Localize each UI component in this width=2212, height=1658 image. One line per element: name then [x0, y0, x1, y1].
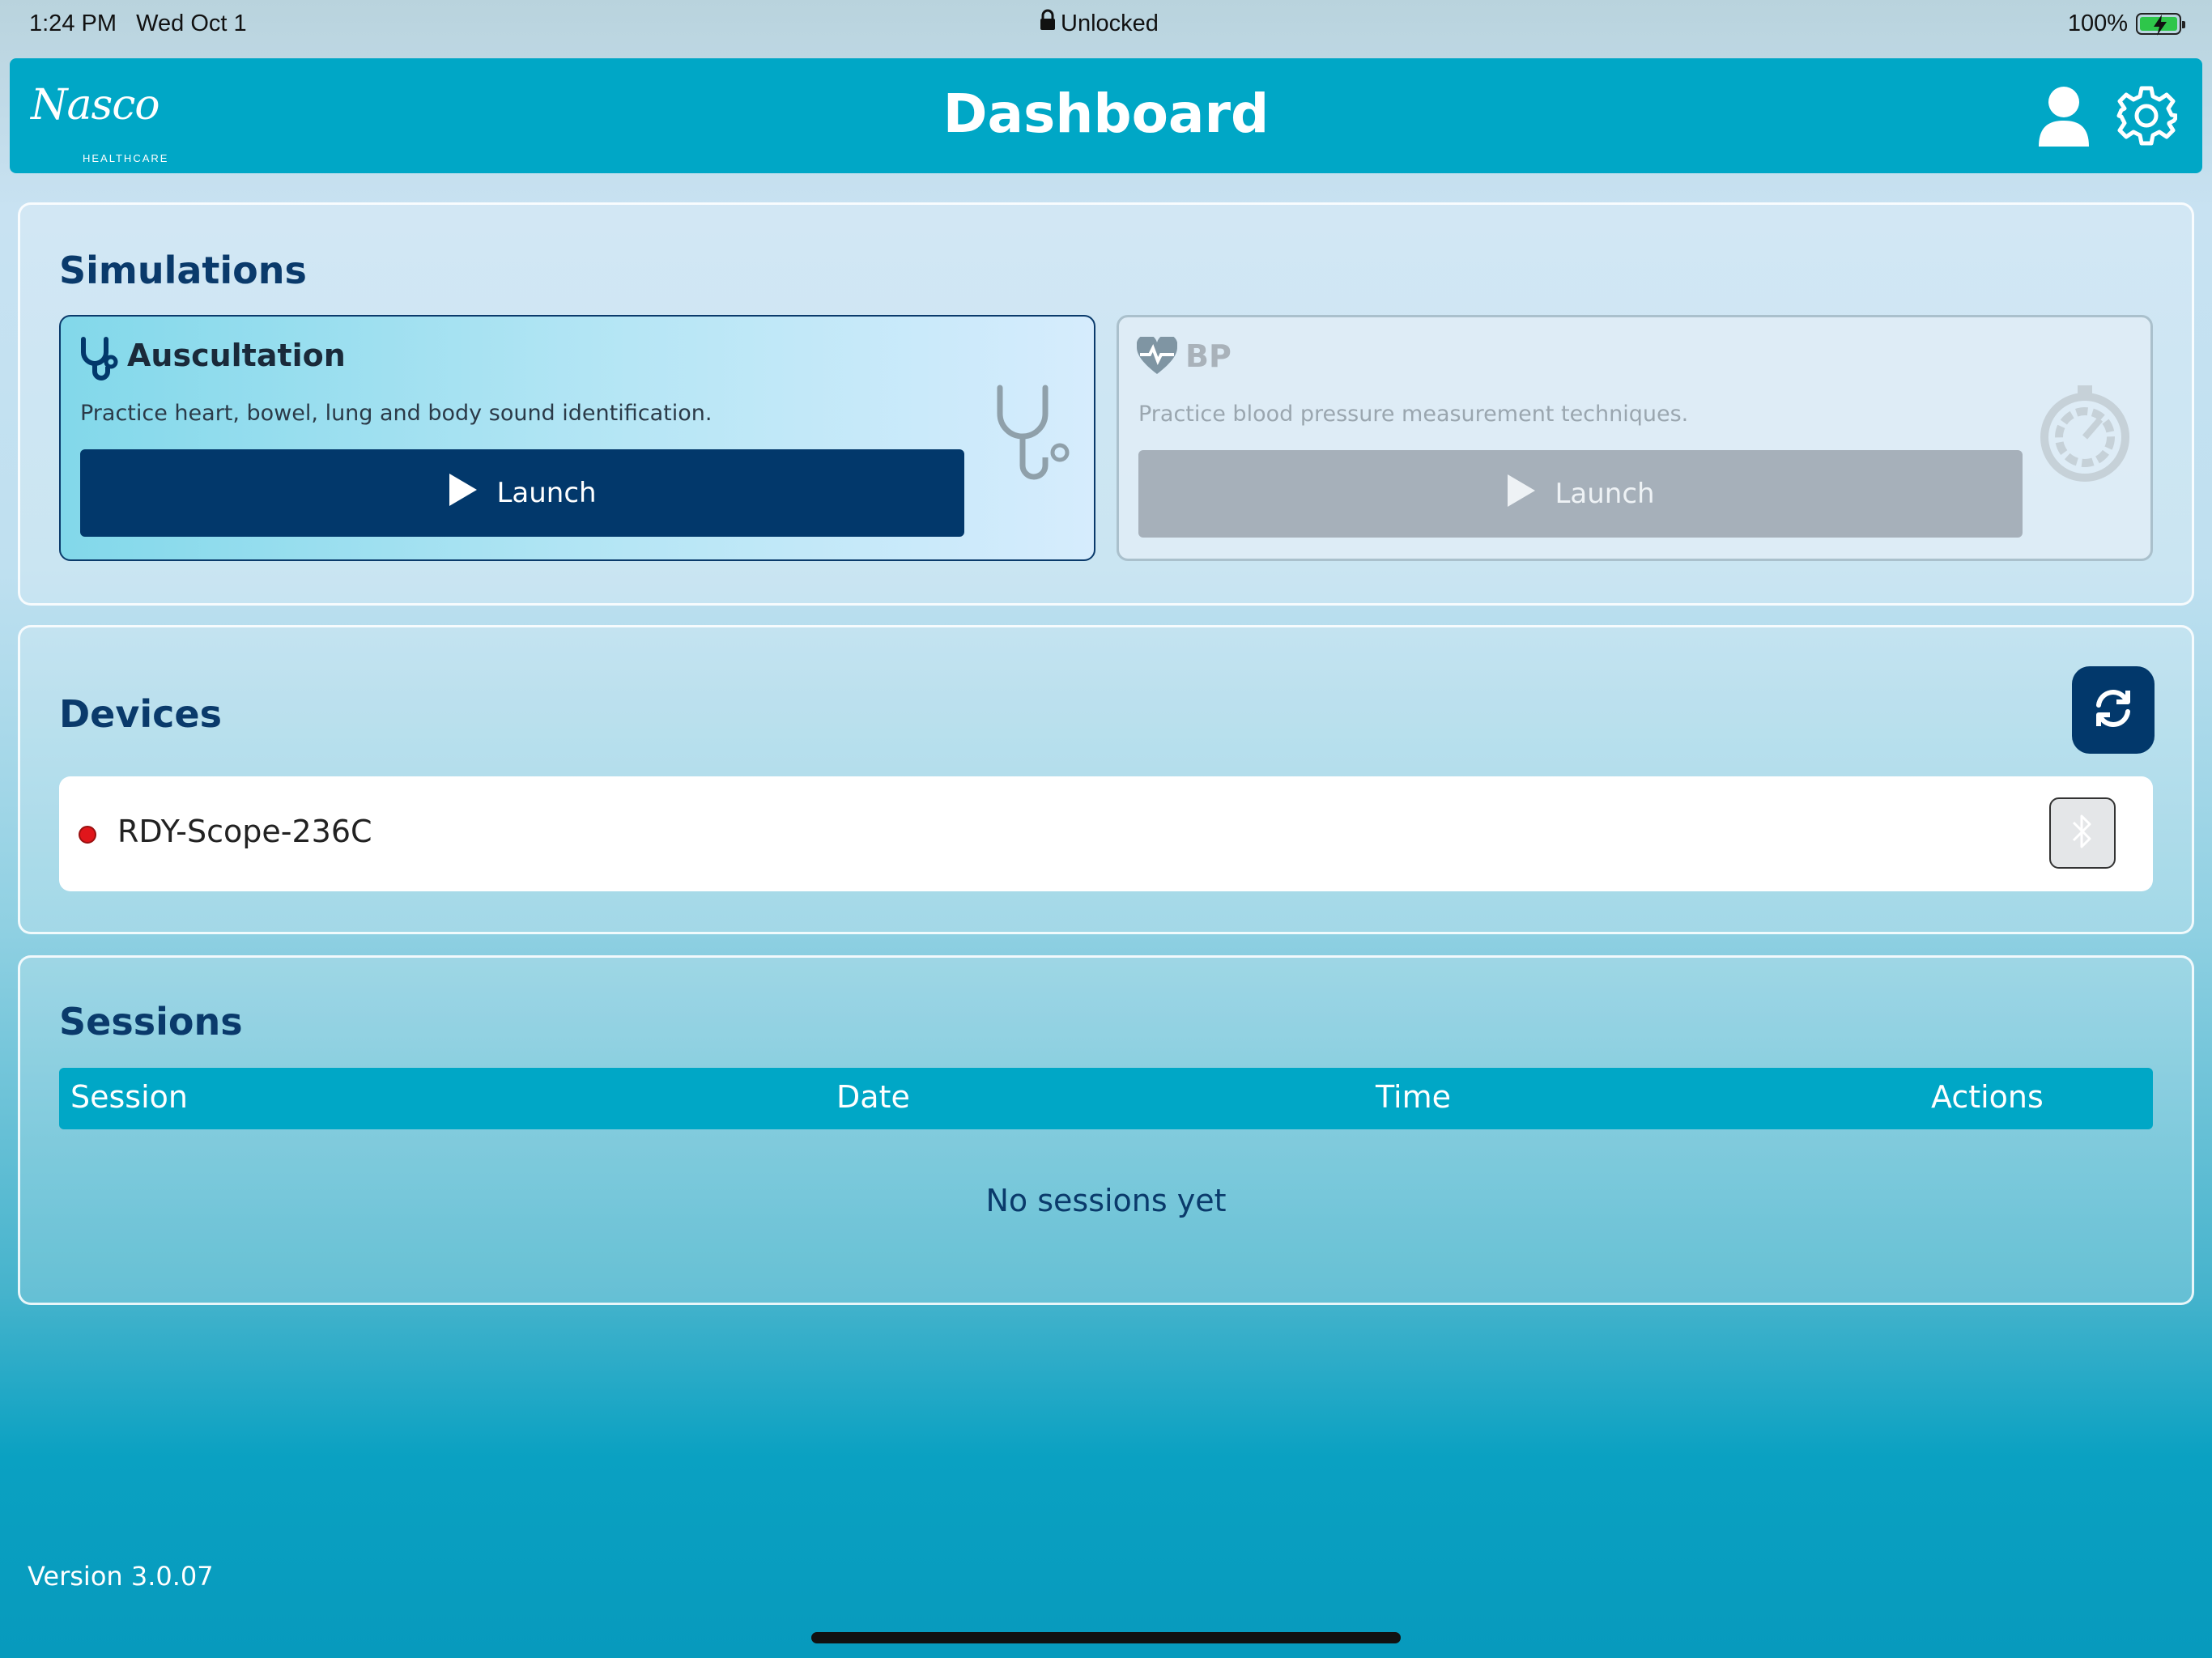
logo-sub: HEALTHCARE: [83, 152, 169, 164]
status-time-text: 1:24 PM: [29, 11, 117, 36]
home-indicator[interactable]: [811, 1632, 1401, 1643]
column-actions: Actions: [1931, 1079, 2044, 1115]
devices-title: Devices: [59, 692, 222, 736]
status-battery: 100%: [2067, 11, 2185, 37]
battery-charging-icon: [2136, 13, 2185, 36]
bp-launch-button[interactable]: Launch: [1138, 450, 2023, 538]
launch-label: Launch: [1555, 478, 1655, 510]
heart-pulse-icon: [1136, 334, 1178, 379]
bp-title: BP: [1185, 338, 1231, 374]
column-session[interactable]: Session: [70, 1079, 188, 1115]
device-row[interactable]: RDY-Scope-236C: [59, 776, 2153, 891]
lock-label: Unlocked: [1061, 10, 1159, 36]
bluetooth-connect-button[interactable]: [2049, 797, 2116, 869]
battery-percent: 100%: [2067, 11, 2128, 36]
sessions-panel: Sessions Session Date Time Actions No se…: [18, 955, 2194, 1305]
column-time[interactable]: Time: [1376, 1079, 1451, 1115]
play-icon: [448, 472, 479, 515]
gear-icon[interactable]: [2112, 81, 2181, 151]
sessions-empty-message: No sessions yet: [985, 1183, 1227, 1218]
auscultation-title: Auscultation: [127, 338, 346, 373]
version-label: Version 3.0.07: [28, 1561, 214, 1592]
gauge-decor-icon: [2040, 385, 2129, 486]
status-lock: Unlocked: [1040, 9, 1159, 38]
stethoscope-icon: [79, 336, 119, 385]
status-date-text: Wed Oct 1: [136, 11, 247, 36]
auscultation-description: Practice heart, bowel, lung and body sou…: [80, 401, 713, 426]
launch-label: Launch: [496, 477, 597, 509]
device-status-dot: [79, 826, 96, 844]
lock-icon: [1040, 9, 1056, 38]
column-date[interactable]: Date: [836, 1079, 910, 1115]
stethoscope-decor-icon: [984, 381, 1073, 490]
page-title: Dashboard: [942, 83, 1270, 145]
bp-description: Practice blood pressure measurement tech…: [1138, 402, 1689, 427]
device-name: RDY-Scope-236C: [117, 814, 372, 849]
refresh-icon: [2092, 687, 2134, 733]
play-icon: [1506, 473, 1537, 516]
auscultation-launch-button[interactable]: Launch: [80, 449, 964, 537]
status-bar: 1:24 PM Wed Oct 1 Unlocked 100%: [0, 0, 2212, 49]
bluetooth-icon: [2070, 813, 2095, 853]
status-time: 1:24 PM Wed Oct 1: [29, 11, 247, 37]
sessions-table-header: Session Date Time Actions: [59, 1068, 2153, 1129]
app-header: Nasco HEALTHCARE Dashboard: [10, 58, 2202, 173]
auscultation-card: Auscultation Practice heart, bowel, lung…: [59, 315, 1095, 561]
sessions-title: Sessions: [59, 1000, 243, 1044]
refresh-button[interactable]: [2072, 666, 2155, 754]
simulations-panel: Simulations Auscultation Practice heart,…: [18, 202, 2194, 606]
user-icon[interactable]: [2029, 81, 2099, 151]
bp-card: BP Practice blood pressure measurement t…: [1117, 315, 2153, 561]
simulations-title: Simulations: [59, 249, 307, 292]
devices-panel: Devices RDY-Scope-236C: [18, 625, 2194, 934]
